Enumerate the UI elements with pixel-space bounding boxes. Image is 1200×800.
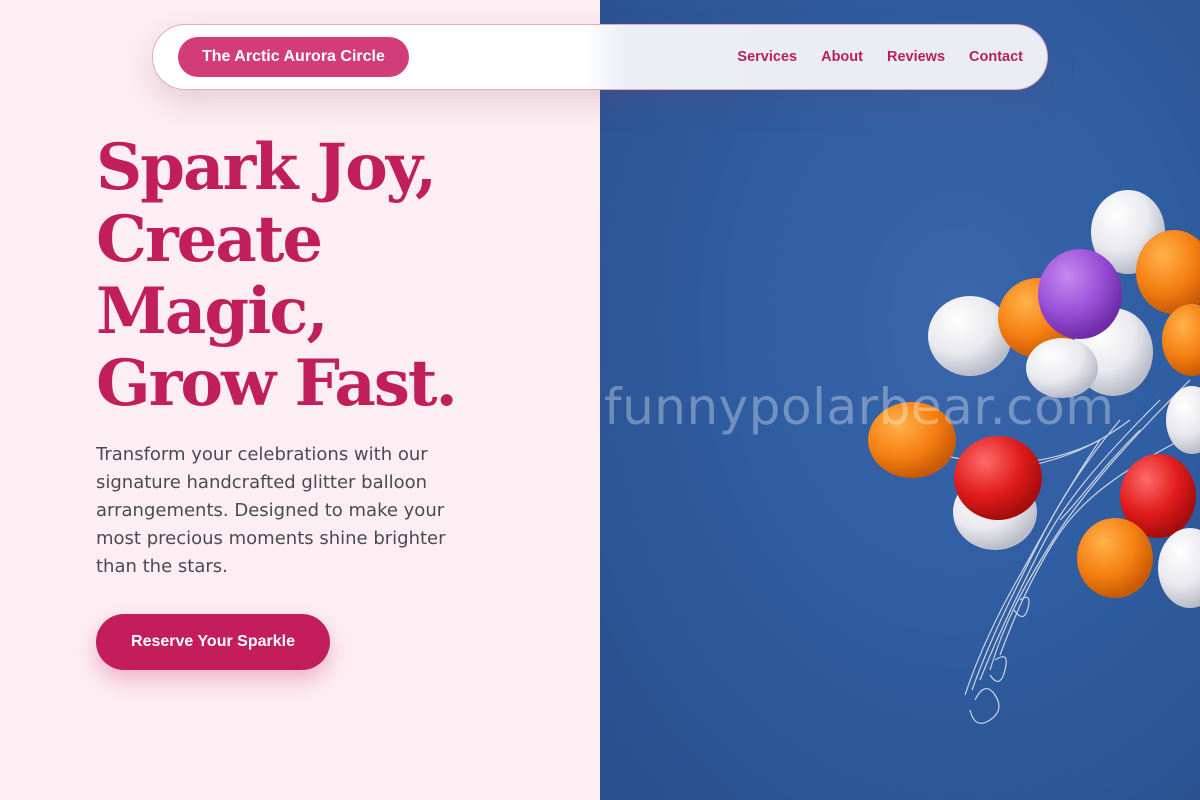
- hero-description: Transform your celebrations with our sig…: [96, 444, 446, 577]
- headline-line: Magic,: [96, 274, 329, 349]
- watermark-text: funnypolarbear.com: [604, 378, 1115, 436]
- nav-link-services[interactable]: Services: [737, 49, 797, 65]
- reserve-sparkle-button[interactable]: Reserve Your Sparkle: [96, 614, 330, 670]
- nav-link-reviews[interactable]: Reviews: [887, 49, 945, 65]
- nav-link-contact[interactable]: Contact: [969, 49, 1023, 65]
- brand-logo-button[interactable]: The Arctic Aurora Circle: [178, 37, 409, 77]
- nav-link-about[interactable]: About: [821, 49, 863, 65]
- top-navigation-bar: The Arctic Aurora Circle Services About …: [152, 24, 1048, 90]
- hero-headline: Spark Joy, Create Magic, Grow Fast.: [96, 132, 536, 420]
- hero-image-panel: funnypolarbear.com: [600, 0, 1200, 800]
- headline-line: Spark Joy,: [96, 130, 437, 205]
- headline-line: Create: [96, 202, 323, 277]
- nav-links: Services About Reviews Contact: [737, 25, 1023, 89]
- headline-line: Grow Fast.: [96, 346, 458, 421]
